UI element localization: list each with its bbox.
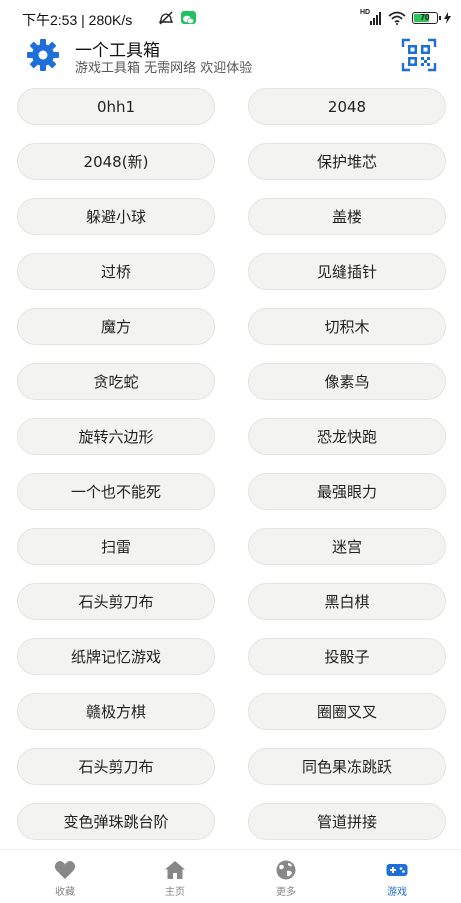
game-button-2048-new[interactable]: 2048(新) [17,143,215,180]
nav-item-more[interactable]: 更多 [256,860,316,900]
game-button-minesweeper[interactable]: 扫雷 [17,528,215,565]
status-time: 下午2:53 | 280K/s [22,12,133,28]
game-button-rotating-hexagon[interactable]: 旋转六边形 [17,418,215,455]
game-button-snake[interactable]: 贪吃蛇 [17,363,215,400]
game-button-pixel-bird[interactable]: 像素鸟 [248,363,446,400]
battery-nub [439,16,441,20]
game-button-dino-run[interactable]: 恐龙快跑 [248,418,446,455]
app-header: 一个工具箱 游戏工具箱 无需网络 欢迎体验 [0,36,461,76]
nav-label-games: 游戏 [387,887,407,898]
game-button-rock-paper-scissors-2[interactable]: 石头剪刀布 [17,748,215,785]
globe-icon [276,860,296,880]
game-button-none-can-die[interactable]: 一个也不能死 [17,473,215,510]
app-subtitle: 游戏工具箱 无需网络 欢迎体验 [75,61,253,76]
status-bar: 下午2:53 | 280K/s HD 70 [0,0,461,36]
game-button-tic-tac-toe[interactable]: 圈圈叉叉 [248,693,446,730]
game-button-0hh1[interactable]: 0hh1 [17,88,215,125]
bottom-nav: 收藏 主页 更多 游戏 [0,849,461,903]
nav-item-favorites[interactable]: 收藏 [35,860,95,900]
nav-label-favorites: 收藏 [55,887,75,898]
hd-signal-icon: HD [360,9,382,25]
wifi-icon [388,11,406,25]
gamepad-icon [386,864,408,876]
nav-label-home: 主页 [165,887,185,898]
wechat-icon [181,11,196,24]
nav-label-more: 更多 [276,887,296,898]
game-button-maze[interactable]: 迷宫 [248,528,446,565]
status-right-icons: HD 70 [360,9,451,26]
qr-scan-icon[interactable] [401,38,437,72]
nav-item-home[interactable]: 主页 [145,860,205,900]
nav-item-games[interactable]: 游戏 [367,860,427,900]
game-button-rock-paper-scissors[interactable]: 石头剪刀布 [17,583,215,620]
gear-icon[interactable] [26,38,60,72]
game-button-sharp-eyes[interactable]: 最强眼力 [248,473,446,510]
game-button-protect-core[interactable]: 保护堆芯 [248,143,446,180]
charging-icon [444,12,451,24]
game-button-pipe-connect[interactable]: 管道拼接 [248,803,446,840]
game-button-rubiks-cube[interactable]: 魔方 [17,308,215,345]
game-button-cut-blocks[interactable]: 切积木 [248,308,446,345]
game-button-insert-needle[interactable]: 见缝插针 [248,253,446,290]
game-button-reversi[interactable]: 黑白棋 [248,583,446,620]
game-button-2048[interactable]: 2048 [248,88,446,125]
silent-icon [158,11,174,25]
game-button-color-ball-steps[interactable]: 变色弹珠跳台阶 [17,803,215,840]
battery-icon: 70 [412,12,441,24]
battery-level: 70 [420,13,430,22]
game-grid: 0hh1 2048 2048(新) 保护堆芯 躲避小球 盖楼 过桥 见缝插针 魔… [17,88,446,840]
game-button-roll-dice[interactable]: 投骰子 [248,638,446,675]
game-button-dodge-ball[interactable]: 躲避小球 [17,198,215,235]
game-button-ganji-chess[interactable]: 赣极方棋 [17,693,215,730]
game-button-cross-bridge[interactable]: 过桥 [17,253,215,290]
heart-icon [54,861,76,879]
game-button-card-memory[interactable]: 纸牌记忆游戏 [17,638,215,675]
game-button-jelly-jump[interactable]: 同色果冻跳跃 [248,748,446,785]
home-icon [165,861,185,879]
game-button-build-tower[interactable]: 盖楼 [248,198,446,235]
